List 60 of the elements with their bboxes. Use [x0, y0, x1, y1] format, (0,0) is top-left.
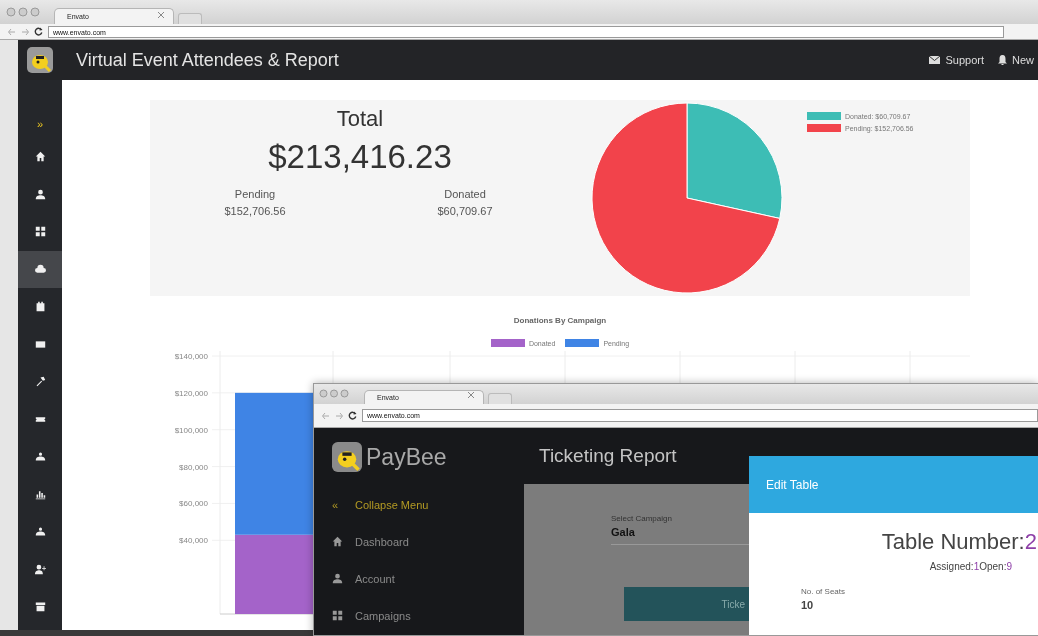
close-icon[interactable] — [158, 12, 164, 18]
menu-label: Campaigns — [355, 609, 411, 622]
y-axis-label: $100,000 — [174, 425, 208, 435]
page-title: Virtual Event Attendees & Report — [76, 49, 339, 71]
menu-item[interactable]: Dashboard — [332, 523, 521, 560]
y-axis-label: $80,000 — [179, 462, 208, 472]
group-icon — [34, 451, 46, 463]
collapse-menu-item[interactable]: « Collapse Menu — [332, 486, 521, 523]
user-icon — [332, 573, 343, 584]
stat-label: Donated — [443, 187, 487, 202]
assigned-count: 1 — [973, 561, 980, 572]
total-amount: $213,416.23 — [268, 138, 452, 176]
menu-label: Collapse Menu — [355, 498, 429, 511]
home-icon — [34, 151, 46, 163]
total-label: Total — [336, 106, 384, 132]
menu-label: Dashboard — [355, 535, 409, 548]
bell-icon — [998, 55, 1007, 65]
grid-icon — [332, 610, 343, 621]
dialog-title: Edit Table — [766, 477, 819, 492]
close-icon[interactable] — [468, 392, 474, 398]
collapse-glyph: « — [332, 498, 340, 511]
reload-icon[interactable] — [348, 411, 357, 420]
reload-icon[interactable] — [34, 27, 43, 36]
open-label: Open: — [979, 561, 1007, 572]
assigned-label: Assigned: — [929, 561, 974, 572]
brand-name: PayBee — [366, 443, 447, 471]
header-link[interactable]: New — [998, 54, 1034, 66]
seats-value: 10 — [801, 599, 815, 611]
grid-icon — [34, 226, 46, 238]
home-icon — [332, 536, 343, 547]
user-plus-icon — [34, 563, 46, 575]
ticket-button[interactable]: Ticke — [624, 587, 750, 621]
header-link[interactable]: Support — [929, 54, 984, 66]
cloud-icon — [34, 263, 46, 275]
envelope-icon — [929, 56, 941, 64]
table-number: 2 — [1024, 529, 1037, 554]
bar-chart-icon — [34, 488, 46, 500]
menu-item[interactable]: Campaigns — [332, 597, 521, 634]
group-icon — [34, 526, 46, 538]
table-number-label: Table Number: — [881, 529, 1025, 554]
menu-label: Account — [355, 572, 395, 585]
y-axis-label: $60,000 — [179, 499, 208, 509]
stat-value: $60,709.67 — [436, 204, 494, 219]
box-icon — [34, 601, 46, 613]
calendar-icon — [34, 301, 46, 313]
y-axis-label: $40,000 — [179, 536, 208, 546]
seats-label: No. of Seats — [801, 587, 847, 596]
page-title: Ticketing Report — [539, 445, 677, 467]
stat-label: Pending — [233, 187, 277, 202]
y-axis-label: $120,000 — [174, 388, 208, 398]
card-icon — [34, 338, 46, 350]
user-icon — [34, 188, 46, 200]
chart-title: Donations By Campaign — [512, 316, 608, 325]
hammer-icon — [34, 376, 46, 388]
expand-menu-toggle[interactable]: » — [18, 110, 62, 138]
sidebar-item[interactable] — [18, 250, 62, 288]
open-count: 9 — [1006, 561, 1012, 572]
y-axis-label: $140,000 — [174, 352, 208, 361]
menu-item[interactable]: Account — [332, 560, 521, 597]
stat-value: $152,706.56 — [223, 204, 287, 219]
